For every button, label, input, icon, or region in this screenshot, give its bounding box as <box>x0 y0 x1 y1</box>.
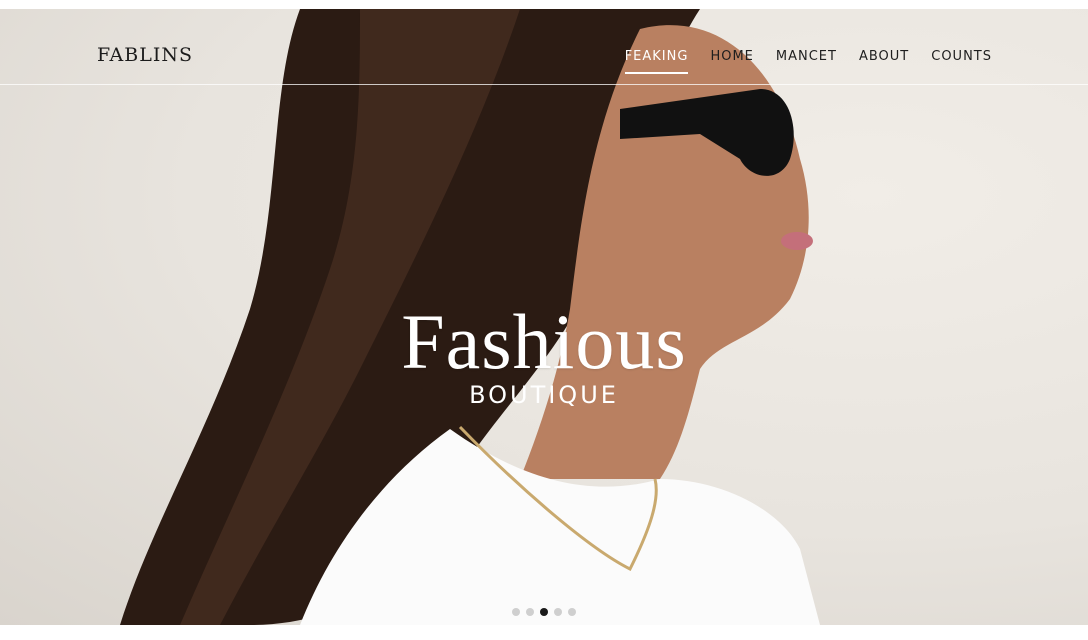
carousel-dots <box>0 608 1088 616</box>
carousel-dot[interactable] <box>512 608 520 616</box>
lips-shape <box>781 232 813 250</box>
hero-banner: FABLINS FEAKING HOME MANCET ABOUT COUNTS… <box>0 9 1088 625</box>
nav-item-counts[interactable]: COUNTS <box>931 49 992 74</box>
hero-title: Fashious <box>401 298 687 385</box>
brand-logo[interactable]: FABLINS <box>97 44 193 66</box>
carousel-dot-active[interactable] <box>540 608 548 616</box>
main-nav: FEAKING HOME MANCET ABOUT COUNTS <box>624 49 992 74</box>
carousel-dot[interactable] <box>526 608 534 616</box>
page: FABLINS FEAKING HOME MANCET ABOUT COUNTS… <box>0 0 1088 640</box>
nav-item-mancet[interactable]: MANCET <box>776 49 837 74</box>
nav-divider <box>0 84 1088 85</box>
hero-subtitle: BOUTIQUE <box>469 381 619 409</box>
nav-item-home[interactable]: HOME <box>710 49 753 74</box>
carousel-dot[interactable] <box>568 608 576 616</box>
carousel-dot[interactable] <box>554 608 562 616</box>
nav-item-feaking[interactable]: FEAKING <box>624 49 689 74</box>
nav-item-about[interactable]: ABOUT <box>859 49 909 74</box>
